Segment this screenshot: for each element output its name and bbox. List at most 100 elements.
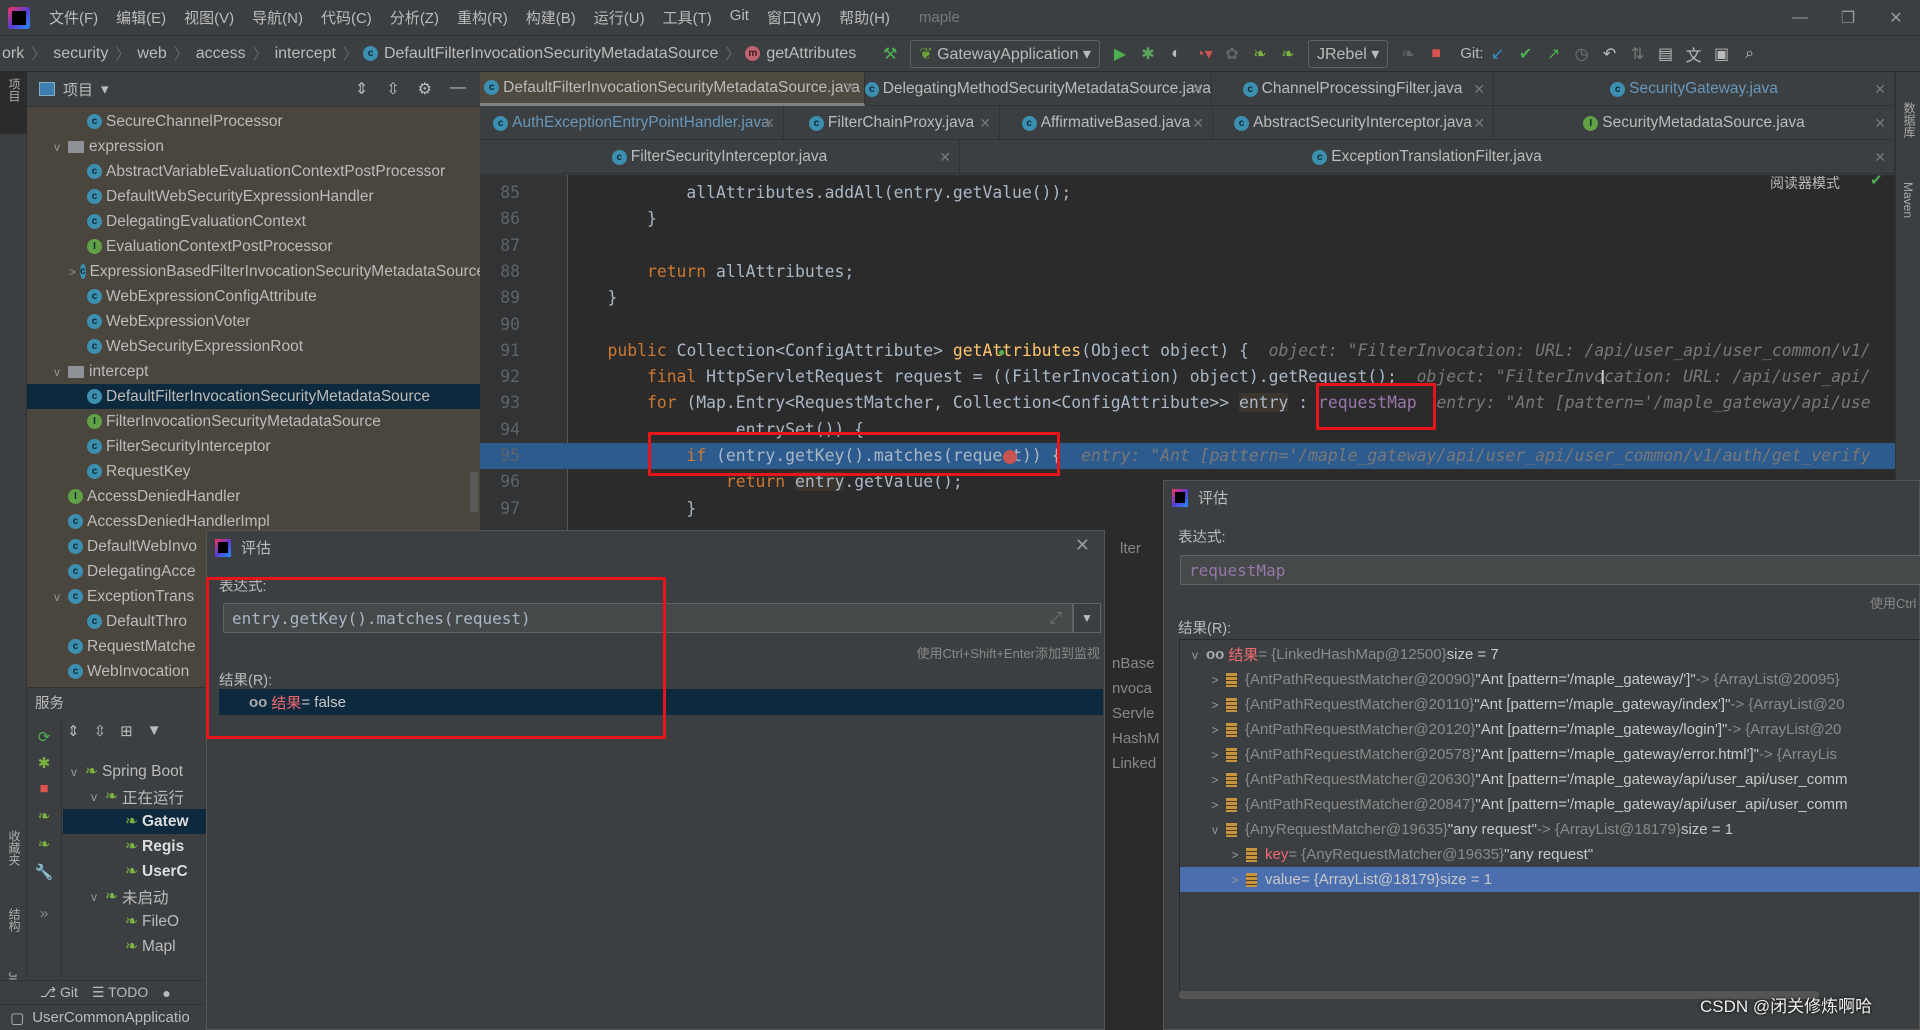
chevron-icon[interactable]: v bbox=[1188, 648, 1202, 662]
run-service-icon[interactable]: ❧ bbox=[27, 807, 61, 825]
search-icon[interactable]: ⌕ bbox=[1736, 40, 1764, 68]
code-line[interactable]: 88 return allAttributes; bbox=[480, 259, 1895, 285]
editor-tab[interactable]: c FilterSecurityInterceptor.java ✕ bbox=[480, 140, 960, 174]
menu-item[interactable]: 构建(B) bbox=[517, 7, 585, 28]
menu-item[interactable]: 导航(N) bbox=[243, 7, 312, 28]
chevron-icon[interactable]: > bbox=[69, 265, 76, 279]
project-scrollbar[interactable] bbox=[470, 472, 478, 512]
chevron-icon[interactable]: v bbox=[50, 140, 64, 154]
maven-tool-tab[interactable]: Maven bbox=[1901, 182, 1915, 218]
collapse-all-icon[interactable]: ⇳ bbox=[386, 79, 399, 99]
editor-tab[interactable]: c ExceptionTranslationFilter.java ✕ bbox=[960, 140, 1895, 174]
database-tool-tab[interactable]: 数据库 bbox=[1901, 102, 1918, 138]
expression-input[interactable]: requestMap bbox=[1180, 555, 1920, 585]
rerun-icon[interactable]: ⟳ bbox=[27, 728, 61, 746]
close-tab-icon[interactable]: ✕ bbox=[979, 115, 991, 132]
editor-tab[interactable]: I SecurityMetadataSource.java ✕ bbox=[1494, 106, 1895, 140]
service-item[interactable]: v ❧ 未启动 bbox=[63, 884, 207, 909]
expression-input[interactable]: entry.getKey().matches(request) ⤢ bbox=[223, 603, 1073, 633]
menu-item[interactable]: 窗口(W) bbox=[758, 7, 830, 28]
expand-all-services-icon[interactable]: ⇕ bbox=[67, 722, 80, 740]
collapse-all-services-icon[interactable]: ⇳ bbox=[94, 722, 107, 740]
breadcrumb-item[interactable]: ork bbox=[0, 45, 26, 63]
menu-item[interactable]: 文件(F) bbox=[40, 7, 107, 28]
project-structure-icon[interactable]: ▤ bbox=[1652, 40, 1680, 68]
breadcrumb-item[interactable]: access bbox=[194, 45, 248, 63]
git-update-icon[interactable]: ↙ bbox=[1484, 40, 1512, 68]
breakpoint-icon[interactable] bbox=[1003, 450, 1017, 464]
expand-all-icon[interactable]: ⇕ bbox=[355, 79, 368, 99]
chevron-down-icon[interactable]: ▾ bbox=[101, 80, 109, 98]
editor-tab[interactable]: c DelegatingMethodSecurityMetadataSource.… bbox=[865, 72, 1212, 106]
menu-item[interactable]: 分析(Z) bbox=[381, 7, 448, 28]
minimize-button[interactable]: — bbox=[1776, 0, 1824, 36]
project-tree-item[interactable]: I AccessDeniedHandler bbox=[27, 484, 480, 509]
breadcrumb-item[interactable]: security bbox=[51, 45, 110, 63]
chevron-icon[interactable]: > bbox=[1208, 798, 1222, 812]
close-tab-icon[interactable]: ✕ bbox=[939, 149, 951, 166]
profile-icon[interactable]: ◔▾ bbox=[1190, 40, 1218, 68]
project-tool-tab[interactable]: 项目 bbox=[0, 72, 27, 134]
code-line[interactable]: 91 public Collection<ConfigAttribute> ge… bbox=[480, 338, 1895, 364]
chevron-icon[interactable]: > bbox=[1228, 848, 1242, 862]
service-item[interactable]: ❧ Mapl bbox=[63, 934, 207, 959]
result-tree-row[interactable]: > value = {ArrayList@18179} size = 1 bbox=[1180, 867, 1920, 892]
code-line[interactable]: 89 } bbox=[480, 285, 1895, 311]
result-tree-row[interactable]: > {AntPathRequestMatcher@20847} "Ant [pat… bbox=[1180, 792, 1920, 817]
service-item[interactable]: ❧ Regis bbox=[63, 834, 207, 859]
project-tree-item[interactable]: c DefaultFilterInvocationSecurityMetadata… bbox=[27, 384, 480, 409]
menu-item[interactable]: 代码(C) bbox=[312, 7, 381, 28]
project-tree-item[interactable]: v intercept bbox=[27, 359, 480, 384]
breadcrumb-item[interactable]: web bbox=[135, 45, 168, 63]
hide-panel-icon[interactable]: — bbox=[450, 79, 466, 99]
service-item[interactable]: v ❧ Spring Boot bbox=[63, 759, 207, 784]
breadcrumb-item[interactable]: intercept bbox=[273, 45, 338, 63]
translate-icon[interactable]: 文 bbox=[1680, 40, 1708, 68]
result-tree-row[interactable]: v {AnyRequestMatcher@19635} "any request"… bbox=[1180, 817, 1920, 842]
code-line[interactable]: 94 .entrySet()) { bbox=[480, 417, 1895, 443]
close-tab-icon[interactable]: ✕ bbox=[1874, 149, 1886, 166]
group-icon[interactable]: ⊞ bbox=[120, 722, 133, 740]
editor-tab[interactable]: c AbstractSecurityInterceptor.java ✕ bbox=[1213, 106, 1494, 140]
code-line[interactable]: 92 final HttpServletRequest request = ((… bbox=[480, 364, 1895, 390]
project-tree-item[interactable]: c SecureChannelProcessor bbox=[27, 109, 480, 134]
close-tab-icon[interactable]: ✕ bbox=[1874, 81, 1886, 98]
code-line[interactable]: 86 } bbox=[480, 206, 1895, 232]
editor-tab[interactable]: c ChannelProcessingFilter.java ✕ bbox=[1212, 72, 1494, 106]
chevron-icon[interactable]: > bbox=[1208, 723, 1222, 737]
chevron-icon[interactable]: > bbox=[1208, 698, 1222, 712]
code-line[interactable]: 90 bbox=[480, 312, 1895, 338]
git-tool-tab[interactable]: ⎇ Git bbox=[40, 984, 78, 1001]
editor-tab[interactable]: c FilterChainProxy.java ✕ bbox=[784, 106, 1000, 140]
jrebel-run-icon[interactable]: ❧ bbox=[1246, 40, 1274, 68]
chevron-icon[interactable]: v bbox=[67, 765, 81, 779]
rollback-icon[interactable]: ↶ bbox=[1596, 40, 1624, 68]
git-push-icon[interactable]: ↗ bbox=[1540, 40, 1568, 68]
debug-service-icon[interactable]: ✱ bbox=[27, 754, 61, 772]
code-line[interactable]: 93 for (Map.Entry<RequestMatcher, Collec… bbox=[480, 390, 1895, 416]
expand-icon[interactable]: ⤢ bbox=[1049, 608, 1062, 628]
coverage-icon[interactable]: ◐ bbox=[1162, 40, 1190, 68]
breadcrumb-item[interactable]: getAttributes bbox=[764, 45, 858, 63]
project-tree-item[interactable]: c WebSecurityExpressionRoot bbox=[27, 334, 480, 359]
chevron-icon[interactable]: v bbox=[87, 790, 101, 804]
close-window-button[interactable]: ✕ bbox=[1872, 0, 1920, 36]
menu-item[interactable]: 重构(R) bbox=[448, 7, 517, 28]
project-tree-item[interactable]: > c ExpressionBasedFilterInvocationSecurit… bbox=[27, 259, 480, 284]
chevron-icon[interactable]: > bbox=[1208, 748, 1222, 762]
service-item[interactable]: ❧ FileO bbox=[63, 909, 207, 934]
close-dialog-button[interactable]: ✕ bbox=[1075, 535, 1090, 556]
reader-mode-label[interactable]: 阅读器模式 bbox=[1770, 175, 1840, 193]
history-dropdown-button[interactable]: ▼ bbox=[1073, 603, 1101, 633]
build-icon[interactable]: ⚒ bbox=[876, 40, 904, 68]
result-tree-row[interactable]: > {AntPathRequestMatcher@20110} "Ant [pat… bbox=[1180, 692, 1920, 717]
history-icon[interactable]: ◷ bbox=[1568, 40, 1596, 68]
run-icon[interactable]: ▶ bbox=[1106, 40, 1134, 68]
close-tab-icon[interactable]: ✕ bbox=[763, 115, 775, 132]
code-line[interactable]: 95 if (entry.getKey().matches(request)) … bbox=[480, 443, 1895, 469]
bookmarks-tool-tab[interactable]: 收藏夹 bbox=[6, 830, 23, 866]
chevron-icon[interactable]: v bbox=[50, 365, 64, 379]
service-item[interactable]: ❧ UserC bbox=[63, 859, 207, 884]
project-tree-item[interactable]: c RequestKey bbox=[27, 459, 480, 484]
filter-icon[interactable]: ▼ bbox=[147, 722, 162, 740]
